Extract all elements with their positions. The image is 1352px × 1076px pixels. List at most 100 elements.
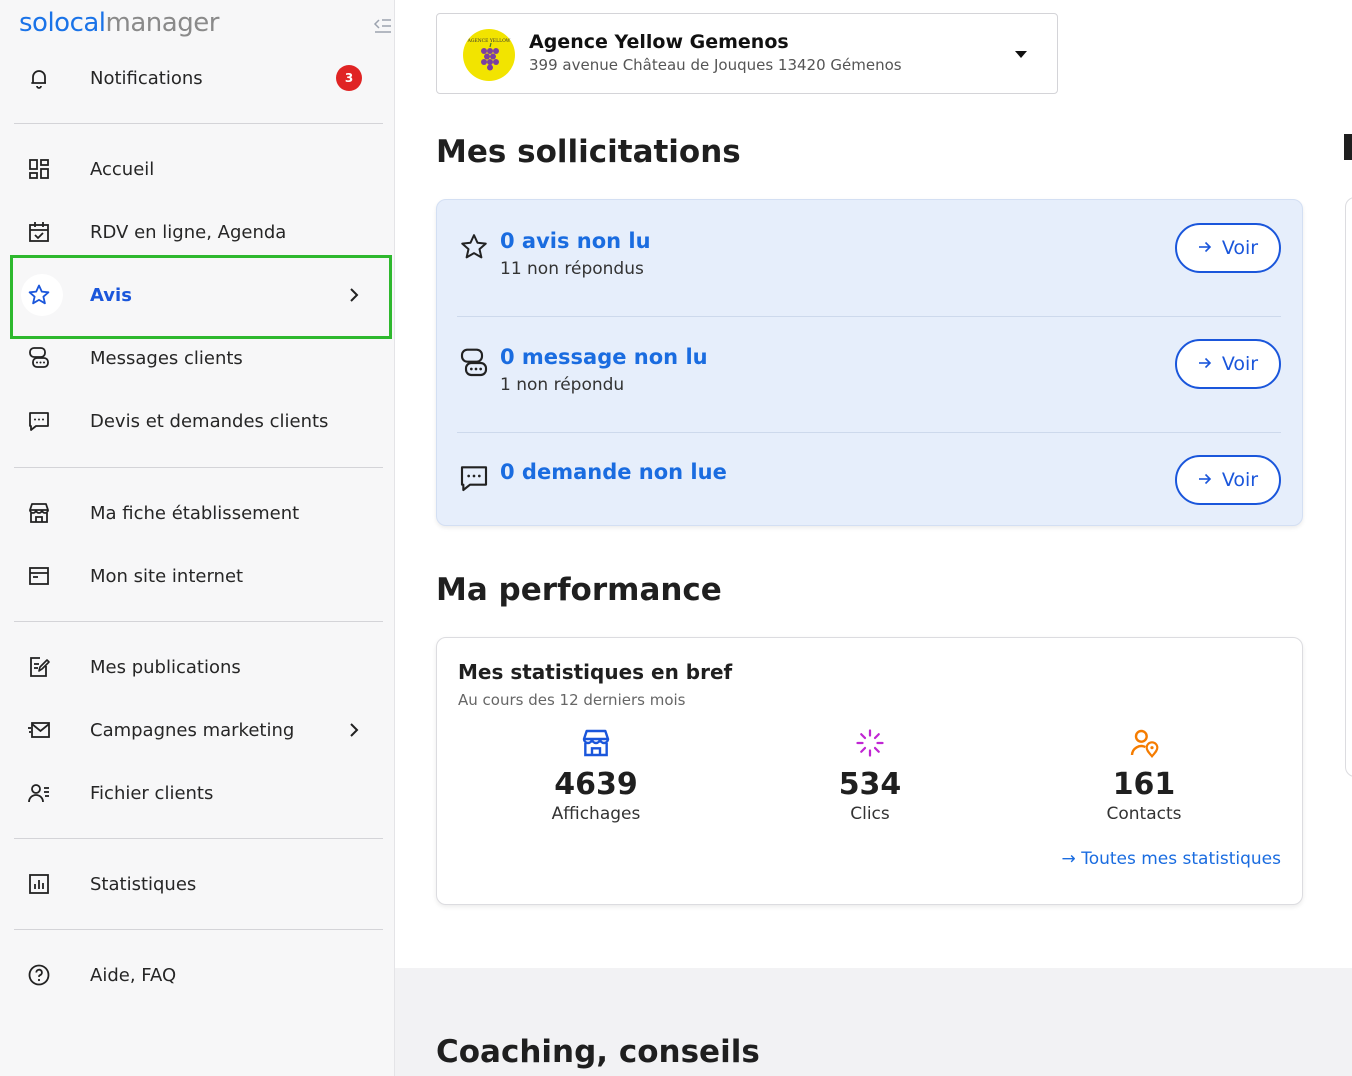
sidebar-item-statistiques[interactable]: Statistiques [14, 858, 384, 910]
solicitation-title[interactable]: 0 message non lu [500, 345, 708, 369]
divider [14, 621, 383, 622]
sidebar-item-label: Fichier clients [90, 782, 214, 804]
right-column-card-edge [1345, 197, 1352, 777]
voir-messages-button[interactable]: Voir [1175, 339, 1281, 389]
notification-count-badge: 3 [336, 65, 362, 91]
stats-card-title: Mes statistiques en bref [458, 660, 733, 684]
sidebar-item-site-internet[interactable]: Mon site internet [14, 550, 384, 602]
agency-logo: AGENCE YELLOW [463, 29, 515, 81]
browser-window-icon [26, 563, 52, 589]
solicitation-row-messages: 0 message non lu 1 non répondu Voir [457, 339, 1282, 421]
solicitation-title[interactable]: 0 demande non lue [500, 460, 727, 484]
agency-logo-text: AGENCE YELLOW [467, 38, 511, 44]
voir-avis-button[interactable]: Voir [1175, 223, 1281, 273]
logo-solocal-text: solocal [19, 8, 106, 38]
sidebar-item-rdv-agenda[interactable]: RDV en ligne, Agenda [14, 206, 384, 258]
sidebar-item-label: Mes publications [90, 656, 241, 678]
stat-contacts: 161 Contacts [1044, 726, 1244, 824]
solicitation-row-demandes: 0 demande non lue Voir [457, 455, 1282, 517]
chevron-right-icon [344, 285, 364, 305]
voir-label: Voir [1221, 237, 1259, 259]
row-separator [457, 316, 1281, 317]
sidebar-item-label: Avis [90, 284, 132, 306]
solicitation-subtitle: 1 non répondu [500, 375, 625, 395]
sidebar-item-label: Mon site internet [90, 565, 244, 587]
solicitation-title[interactable]: 0 avis non lu [500, 229, 651, 253]
solicitations-title: Mes sollicitations [436, 134, 741, 170]
chat-bubbles-icon [457, 346, 491, 380]
agency-address: 399 avenue Château de Jouques 13420 Géme… [529, 56, 902, 74]
sidebar-item-campagnes-marketing[interactable]: Campagnes marketing [14, 704, 384, 756]
mail-send-icon [26, 717, 52, 743]
dashboard-grid-icon [26, 156, 52, 182]
sidebar-item-label: Ma fiche établissement [90, 502, 300, 524]
voir-demandes-button[interactable]: Voir [1175, 455, 1281, 505]
voir-label: Voir [1221, 469, 1259, 491]
all-stats-link[interactable]: → Toutes mes statistiques [1062, 849, 1281, 869]
sidebar: solocalmanager Notifications 3 Accueil R… [0, 0, 395, 1076]
bar-chart-icon [26, 871, 52, 897]
stat-value: 161 [1112, 767, 1176, 802]
app-logo[interactable]: solocalmanager [19, 8, 219, 38]
stat-value: 4639 [554, 767, 638, 802]
agency-name: Agence Yellow Gemenos [529, 31, 789, 53]
coaching-title: Coaching, conseils [436, 1034, 760, 1070]
sidebar-item-publications[interactable]: Mes publications [14, 641, 384, 693]
stats-summary-card: Mes statistiques en bref Au cours des 12… [436, 637, 1303, 905]
stats-card-subtitle: Au cours des 12 derniers mois [458, 691, 686, 709]
user-list-icon [26, 780, 52, 806]
solicitations-panel: 0 avis non lu 11 non répondus Voir 0 mes… [436, 199, 1303, 526]
help-circle-icon [26, 962, 52, 988]
dropdown-caret-icon[interactable] [1015, 51, 1027, 58]
arrow-right-icon [1198, 469, 1212, 491]
sidebar-item-aide-faq[interactable]: Aide, FAQ [14, 949, 384, 1001]
sidebar-item-fiche-etablissement[interactable]: Ma fiche établissement [14, 487, 384, 539]
contact-pin-icon [1127, 726, 1161, 760]
sidebar-item-avis[interactable]: Avis [14, 269, 384, 321]
chat-bubbles-icon [26, 345, 52, 371]
sidebar-item-label: Devis et demandes clients [90, 410, 329, 432]
stat-clics: 534 Clics [770, 726, 970, 824]
voir-label: Voir [1221, 353, 1259, 375]
collapse-sidebar-icon[interactable] [372, 16, 392, 36]
arrow-right-icon [1198, 237, 1212, 259]
logo-manager-text: manager [105, 8, 220, 38]
divider [14, 467, 383, 468]
chevron-right-icon [344, 720, 364, 740]
stat-label: Clics [850, 804, 890, 824]
agency-selector[interactable]: AGENCE YELLOW Agence Yellow Gemenos 399 … [436, 13, 1058, 94]
stat-label: Affichages [551, 804, 641, 824]
star-icon [26, 282, 52, 308]
sidebar-item-label: RDV en ligne, Agenda [90, 221, 287, 243]
sidebar-item-notifications[interactable]: Notifications 3 [14, 52, 384, 104]
sidebar-item-label: Messages clients [90, 347, 243, 369]
divider [14, 929, 383, 930]
edit-document-icon [26, 654, 52, 680]
divider [14, 838, 383, 839]
arrow-right-icon [1198, 353, 1212, 375]
solicitation-subtitle: 11 non répondus [500, 259, 644, 279]
sidebar-item-accueil[interactable]: Accueil [14, 143, 384, 195]
message-dots-icon [26, 408, 52, 434]
right-column-title-edge [1344, 134, 1352, 160]
solicitation-row-avis: 0 avis non lu 11 non répondus Voir [457, 223, 1282, 305]
message-dots-icon [457, 461, 491, 495]
sidebar-item-messages-clients[interactable]: Messages clients [14, 332, 384, 384]
sidebar-item-label: Aide, FAQ [90, 964, 177, 986]
storefront-icon [579, 726, 613, 760]
click-burst-icon [853, 726, 887, 760]
row-separator [457, 432, 1281, 433]
sidebar-item-label: Notifications [90, 67, 203, 89]
sidebar-item-devis-demandes[interactable]: Devis et demandes clients [14, 395, 384, 447]
sidebar-item-label: Campagnes marketing [90, 719, 295, 741]
stat-value: 534 [838, 767, 902, 802]
stat-label: Contacts [1106, 804, 1182, 824]
star-icon [457, 230, 491, 264]
sidebar-item-label: Accueil [90, 158, 155, 180]
storefront-icon [26, 500, 52, 526]
performance-title: Ma performance [436, 572, 722, 608]
divider [14, 123, 383, 124]
bell-icon [26, 65, 52, 91]
calendar-check-icon [26, 219, 52, 245]
sidebar-item-fichier-clients[interactable]: Fichier clients [14, 767, 384, 819]
